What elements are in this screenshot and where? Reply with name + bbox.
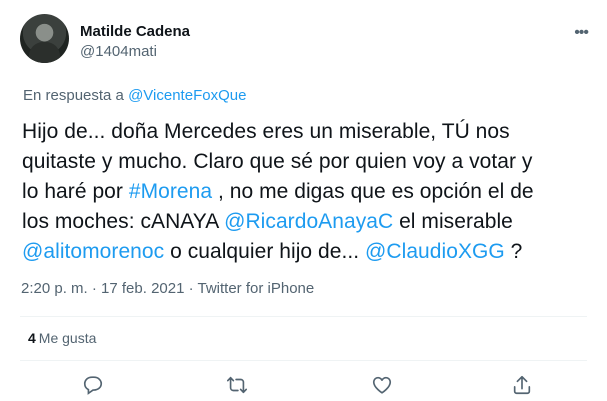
likes-number: 4: [28, 330, 36, 346]
likes-label: Me gusta: [38, 330, 97, 346]
like-icon[interactable]: [371, 374, 395, 398]
tweet-line: Hijo de... doña Mercedes eres un miserab…: [22, 120, 510, 143]
tweet-line: quitaste y mucho. Claro que sé por quien…: [22, 150, 533, 173]
avatar[interactable]: [20, 14, 69, 63]
likes-count[interactable]: 4 Me gusta: [28, 329, 96, 347]
tweet-text-segment: ?: [504, 240, 523, 263]
display-name[interactable]: Matilde Cadena: [80, 23, 190, 41]
tweet-line: @alitomorenoc o cualquier hijo de... @Cl…: [22, 237, 592, 267]
tweet-text-segment: , no me digas que es opción el de: [212, 180, 534, 203]
tweet-line: los moches: cANAYA @RicardoAnayaC el mis…: [22, 207, 592, 237]
reply-context: En respuesta a @VicenteFoxQue: [23, 86, 246, 106]
tweet-text-segment: o cualquier hijo de...: [164, 240, 366, 263]
tweet-text: Hijo de... doña Mercedes eres un miserab…: [22, 117, 592, 267]
tweet-text-segment: los moches: cANAYA: [22, 210, 225, 233]
action-bar: [0, 374, 607, 401]
tweet-header: Matilde Cadena @1404mati •••: [20, 14, 590, 68]
divider: [20, 316, 587, 317]
share-icon[interactable]: [511, 374, 535, 398]
hashtag-link[interactable]: #Morena: [129, 180, 212, 203]
tweet-line: lo haré por #Morena , no me digas que es…: [22, 177, 592, 207]
reply-mention-link[interactable]: @VicenteFoxQue: [128, 87, 246, 104]
mention-link[interactable]: @alitomorenoc: [22, 240, 164, 263]
more-options-icon[interactable]: •••: [574, 24, 589, 42]
reply-prefix: En respuesta a: [23, 87, 129, 104]
user-handle[interactable]: @1404mati: [80, 42, 190, 62]
mention-link[interactable]: @RicardoAnayaC: [224, 210, 393, 233]
mention-link[interactable]: @ClaudioXGG: [365, 240, 505, 263]
tweet-text-segment: lo haré por: [22, 180, 129, 203]
tweet-timestamp[interactable]: 2:20 p. m. · 17 feb. 2021 · Twitter for …: [21, 279, 314, 299]
divider: [20, 360, 587, 361]
retweet-icon[interactable]: [226, 374, 250, 398]
reply-icon[interactable]: [82, 374, 106, 398]
user-names: Matilde Cadena @1404mati: [80, 23, 190, 62]
tweet-text-segment: el miserable: [393, 210, 513, 233]
